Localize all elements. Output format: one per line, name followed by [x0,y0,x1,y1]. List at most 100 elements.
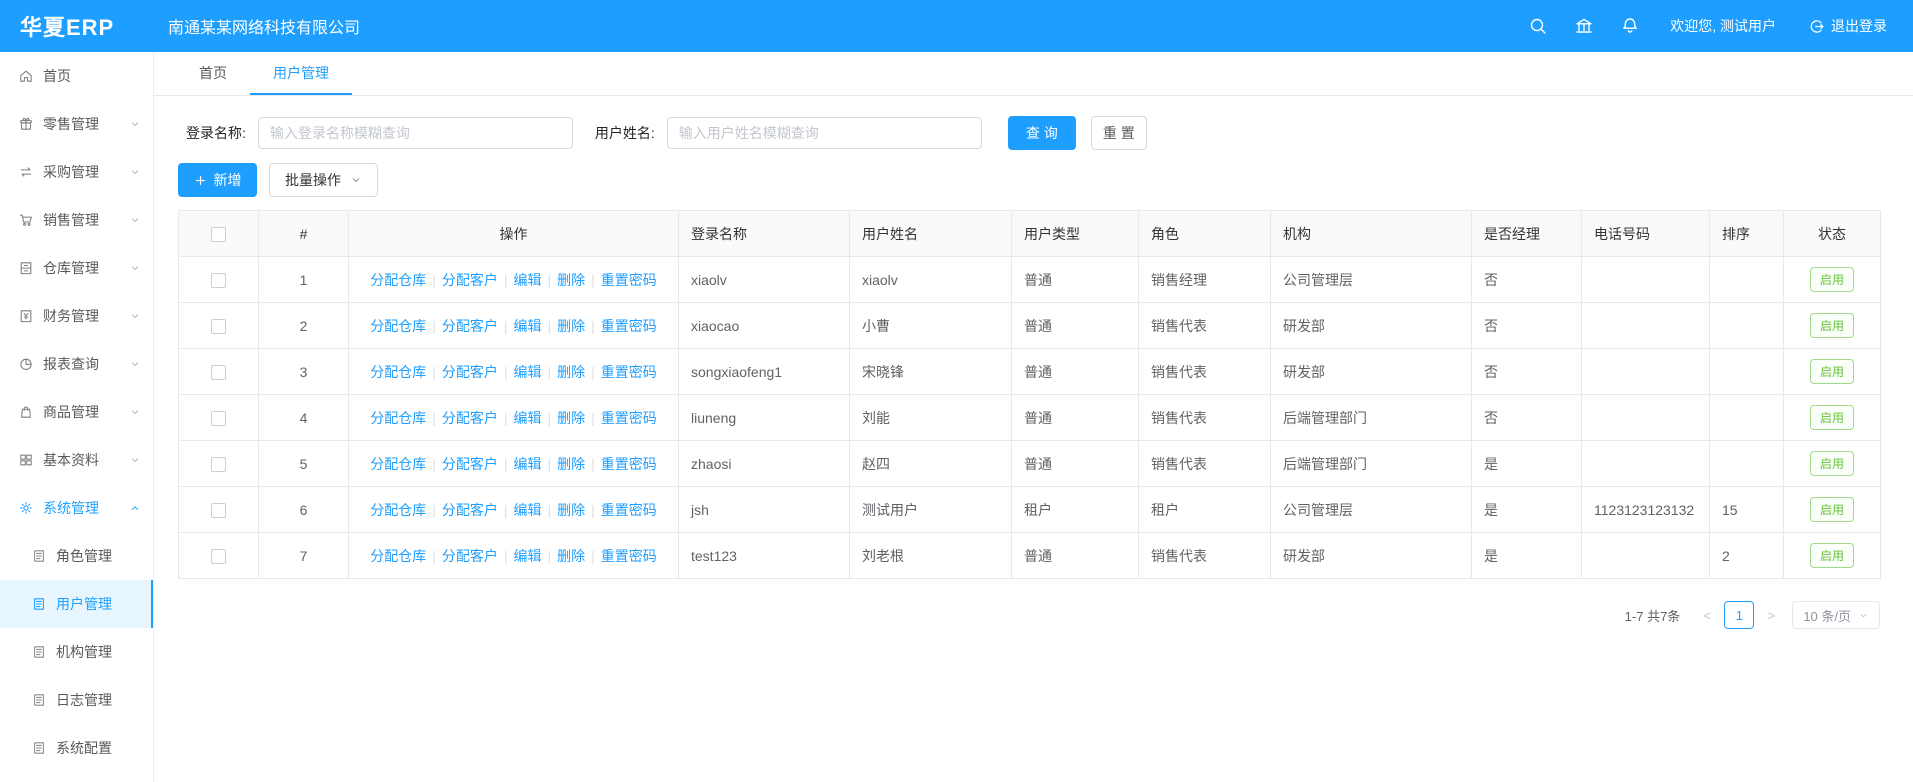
page-size-select[interactable]: 10 条/页 [1792,601,1880,629]
user-name-input[interactable] [667,117,982,149]
sidebar-item-7[interactable]: 商品管理 [0,388,153,436]
table-header-row: #操作登录名称用户姓名用户类型角色机构是否经理电话号码排序状态 [179,211,1881,257]
action-delete-link[interactable]: 删除 [557,318,585,334]
bank-icon[interactable] [1574,16,1594,36]
row-checkbox[interactable] [211,549,226,564]
search-icon[interactable] [1528,16,1548,36]
sidebar-subitem-2[interactable]: 机构管理 [0,628,153,676]
action-reset-password-link[interactable]: 重置密码 [601,272,657,288]
action-assign-customer-link[interactable]: 分配客户 [442,456,498,472]
divider: | [432,456,436,472]
header-actions: 欢迎您, 测试用户 退出登录 [1502,16,1913,36]
action-assign-warehouse-link[interactable]: 分配仓库 [370,364,426,380]
action-reset-password-link[interactable]: 重置密码 [601,318,657,334]
action-assign-warehouse-link[interactable]: 分配仓库 [370,456,426,472]
cell-index: 4 [259,395,349,441]
action-edit-link[interactable]: 编辑 [514,456,542,472]
status-badge[interactable]: 启用 [1810,313,1854,338]
action-assign-warehouse-link[interactable]: 分配仓库 [370,318,426,334]
cell-checkbox [179,487,259,533]
row-checkbox[interactable] [211,273,226,288]
login-name-input[interactable] [258,117,573,149]
tab-user-management[interactable]: 用户管理 [250,52,352,95]
status-badge[interactable]: 启用 [1810,543,1854,568]
action-delete-link[interactable]: 删除 [557,364,585,380]
divider: | [432,548,436,564]
divider: | [591,456,595,472]
status-badge[interactable]: 启用 [1810,267,1854,292]
cell-login-name: xiaolv [679,257,850,303]
action-edit-link[interactable]: 编辑 [514,502,542,518]
chevron-down [129,262,141,274]
action-delete-link[interactable]: 删除 [557,456,585,472]
doc-icon [31,740,47,756]
action-assign-customer-link[interactable]: 分配客户 [442,502,498,518]
action-edit-link[interactable]: 编辑 [514,318,542,334]
sidebar-item-9[interactable]: 系统管理 [0,484,153,532]
select-all-checkbox[interactable] [211,227,226,242]
action-edit-link[interactable]: 编辑 [514,548,542,564]
action-reset-password-link[interactable]: 重置密码 [601,456,657,472]
sidebar-item-4[interactable]: 仓库管理 [0,244,153,292]
cell-phone [1582,349,1710,395]
action-delete-link[interactable]: 删除 [557,502,585,518]
reset-button[interactable]: 重 置 [1091,116,1147,150]
chevron-down [129,406,141,418]
action-assign-customer-link[interactable]: 分配客户 [442,318,498,334]
prev-page-button[interactable]: < [1694,601,1720,629]
query-button[interactable]: 查 询 [1008,116,1076,150]
action-delete-link[interactable]: 删除 [557,548,585,564]
row-checkbox[interactable] [211,319,226,334]
add-button[interactable]: 新增 [178,163,257,197]
row-checkbox[interactable] [211,365,226,380]
action-assign-warehouse-link[interactable]: 分配仓库 [370,502,426,518]
action-edit-link[interactable]: 编辑 [514,364,542,380]
action-assign-customer-link[interactable]: 分配客户 [442,548,498,564]
action-delete-link[interactable]: 删除 [557,410,585,426]
action-reset-password-link[interactable]: 重置密码 [601,548,657,564]
next-page-button[interactable]: > [1758,601,1784,629]
action-reset-password-link[interactable]: 重置密码 [601,410,657,426]
action-edit-link[interactable]: 编辑 [514,272,542,288]
action-assign-customer-link[interactable]: 分配客户 [442,410,498,426]
sidebar-item-5[interactable]: 财务管理 [0,292,153,340]
action-assign-warehouse-link[interactable]: 分配仓库 [370,548,426,564]
action-edit-link[interactable]: 编辑 [514,410,542,426]
action-assign-warehouse-link[interactable]: 分配仓库 [370,272,426,288]
row-checkbox[interactable] [211,503,226,518]
sidebar-item-8[interactable]: 基本资料 [0,436,153,484]
row-checkbox[interactable] [211,411,226,426]
action-assign-warehouse-link[interactable]: 分配仓库 [370,410,426,426]
cell-sort [1710,349,1784,395]
action-reset-password-link[interactable]: 重置密码 [601,364,657,380]
logout-button[interactable]: 退出登录 [1808,16,1887,36]
sidebar-item-label: 仓库管理 [43,258,99,278]
status-badge[interactable]: 启用 [1810,359,1854,384]
finance-icon [18,308,34,324]
sidebar-item-6[interactable]: 报表查询 [0,340,153,388]
action-reset-password-link[interactable]: 重置密码 [601,502,657,518]
status-badge[interactable]: 启用 [1810,451,1854,476]
action-assign-customer-link[interactable]: 分配客户 [442,272,498,288]
sidebar-subitem-0[interactable]: 角色管理 [0,532,153,580]
current-page-button[interactable]: 1 [1724,601,1754,629]
status-badge[interactable]: 启用 [1810,405,1854,430]
sidebar-item-0[interactable]: 首页 [0,52,153,100]
sidebar-item-3[interactable]: 销售管理 [0,196,153,244]
sidebar-subitem-3[interactable]: 日志管理 [0,676,153,724]
tab-home[interactable]: 首页 [176,52,250,95]
sidebar-subitem-4[interactable]: 系统配置 [0,724,153,772]
sidebar-item-label: 商品管理 [43,402,99,422]
sidebar-item-2[interactable]: 采购管理 [0,148,153,196]
sidebar-item-label: 报表查询 [43,354,99,374]
row-checkbox[interactable] [211,457,226,472]
action-assign-customer-link[interactable]: 分配客户 [442,364,498,380]
bell-icon[interactable] [1620,16,1640,36]
batch-actions-button[interactable]: 批量操作 [269,163,378,197]
status-badge[interactable]: 启用 [1810,497,1854,522]
cell-actions: 分配仓库|分配客户|编辑|删除|重置密码 [349,303,679,349]
sidebar-subitem-1[interactable]: 用户管理 [0,580,153,628]
action-delete-link[interactable]: 删除 [557,272,585,288]
sidebar-item-1[interactable]: 零售管理 [0,100,153,148]
doc-icon [31,596,47,612]
